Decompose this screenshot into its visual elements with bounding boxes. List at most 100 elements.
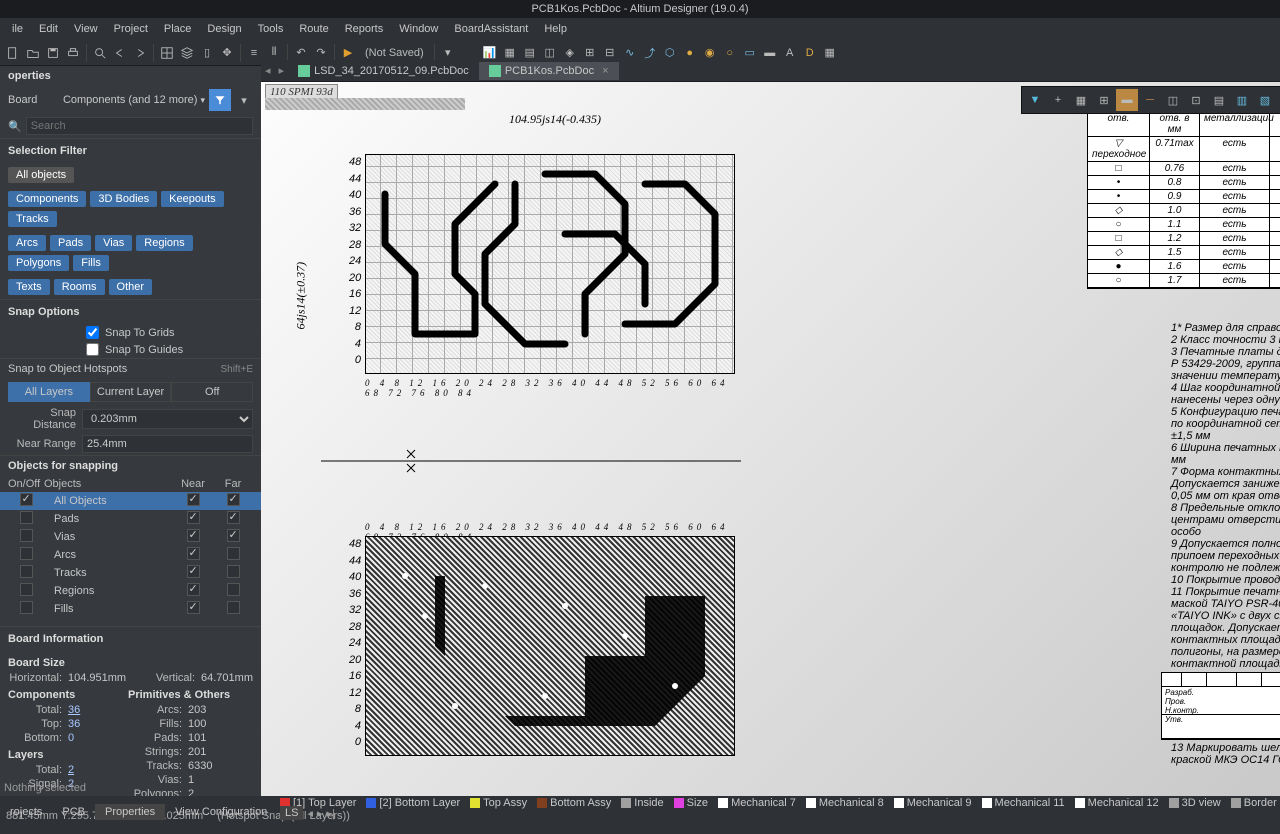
filter-tag-arcs[interactable]: Arcs xyxy=(8,235,46,251)
hotspot-mode[interactable]: All Layers Current Layer Off xyxy=(8,382,253,402)
comp-total[interactable]: 36 xyxy=(68,704,128,716)
bottom-tab-pcb[interactable]: PCB xyxy=(52,804,95,820)
all-objects-tag[interactable]: All objects xyxy=(8,167,74,183)
obj-row-tracks[interactable]: Tracks xyxy=(0,564,261,582)
filter-tag-keepouts[interactable]: Keepouts xyxy=(161,191,223,207)
far-check[interactable] xyxy=(227,529,240,542)
search-input[interactable] xyxy=(26,117,253,135)
expand-icon[interactable]: ▾ xyxy=(235,91,253,109)
ft-i1-icon[interactable]: ◫ xyxy=(1162,89,1184,111)
far-check[interactable] xyxy=(227,583,240,596)
tab-next[interactable]: ▸ xyxy=(275,64,289,77)
undo2-icon[interactable]: ↶ xyxy=(292,44,310,62)
t18-icon[interactable]: ▦ xyxy=(821,44,839,62)
onoff-check[interactable] xyxy=(20,565,33,578)
filter-tag-polygons[interactable]: Polygons xyxy=(8,255,69,271)
ft-plus-icon[interactable]: + xyxy=(1047,89,1069,111)
onoff-check[interactable] xyxy=(20,511,33,524)
bottom-tab-properties[interactable]: Properties xyxy=(95,804,165,820)
grid-icon[interactable] xyxy=(158,44,176,62)
zoom-icon[interactable] xyxy=(91,44,109,62)
snap-grids-check[interactable] xyxy=(86,326,99,339)
layer-inside[interactable]: Inside xyxy=(621,797,663,809)
near-check[interactable] xyxy=(187,529,200,542)
t5-icon[interactable]: ◈ xyxy=(561,44,579,62)
ft-i5-icon[interactable]: ▧ xyxy=(1254,89,1276,111)
layers-icon[interactable] xyxy=(178,44,196,62)
layer-bottomassy[interactable]: Bottom Assy xyxy=(537,797,611,809)
menu-design[interactable]: Design xyxy=(199,23,249,35)
layer-mechanical12[interactable]: Mechanical 12 xyxy=(1075,797,1159,809)
menu-ile[interactable]: ile xyxy=(4,23,31,35)
far-check[interactable] xyxy=(227,511,240,524)
ft-filter-icon[interactable]: ▼ xyxy=(1024,89,1046,111)
menu-project[interactable]: Project xyxy=(106,23,156,35)
menu-view[interactable]: View xyxy=(66,23,106,35)
layer-2bottomlayer[interactable]: [2] Bottom Layer xyxy=(366,797,460,809)
menu-help[interactable]: Help xyxy=(536,23,575,35)
tab-PCB1Kos.PcbDoc[interactable]: PCB1Kos.PcbDoc× xyxy=(479,62,619,80)
select-icon[interactable]: ▯ xyxy=(198,44,216,62)
chart-icon[interactable]: 📊 xyxy=(481,44,499,62)
align-icon[interactable]: ≡ xyxy=(245,44,263,62)
menu-reports[interactable]: Reports xyxy=(337,23,392,35)
filter-button[interactable] xyxy=(209,89,231,111)
ls-prev[interactable]: ◂ xyxy=(307,807,313,820)
obj-row-regions[interactable]: Regions xyxy=(0,582,261,600)
run-icon[interactable]: ▶ xyxy=(339,44,357,62)
filter-tag-rooms[interactable]: Rooms xyxy=(54,279,105,295)
filter-tag-fills[interactable]: Fills xyxy=(73,255,109,271)
open-icon[interactable] xyxy=(24,44,42,62)
near-range-input[interactable] xyxy=(82,435,253,453)
t10-icon[interactable]: ⬡ xyxy=(661,44,679,62)
layer-mechanical8[interactable]: Mechanical 8 xyxy=(806,797,884,809)
redo-icon[interactable] xyxy=(131,44,149,62)
t7-icon[interactable]: ⊟ xyxy=(601,44,619,62)
t14-icon[interactable]: ▭ xyxy=(741,44,759,62)
filter-tag-pads[interactable]: Pads xyxy=(50,235,91,251)
layers-total[interactable]: 2 xyxy=(68,764,128,776)
far-check[interactable] xyxy=(227,547,240,560)
save-icon[interactable] xyxy=(44,44,62,62)
ft-i3-icon[interactable]: ▤ xyxy=(1208,89,1230,111)
onoff-check[interactable] xyxy=(20,601,33,614)
onoff-check[interactable] xyxy=(20,547,33,560)
far-check[interactable] xyxy=(227,601,240,614)
ls-label[interactable]: LS xyxy=(280,806,303,820)
near-check[interactable] xyxy=(187,547,200,560)
t9-icon[interactable]: ⤴ xyxy=(641,44,659,62)
onoff-check[interactable] xyxy=(20,493,33,506)
new-icon[interactable] xyxy=(4,44,22,62)
layer-3dview[interactable]: 3D view xyxy=(1169,797,1221,809)
obj-row-arcs[interactable]: Arcs xyxy=(0,546,261,564)
t3-icon[interactable]: ▤ xyxy=(521,44,539,62)
onoff-check[interactable] xyxy=(20,529,33,542)
ft-group-icon[interactable]: ⊞ xyxy=(1093,89,1115,111)
menu-edit[interactable]: Edit xyxy=(31,23,66,35)
near-check[interactable] xyxy=(187,601,200,614)
mode-current-layer[interactable]: Current Layer xyxy=(90,382,172,402)
ft-line-icon[interactable]: ─ xyxy=(1139,89,1161,111)
tab-LSD_34_20170512_09.PcbDoc[interactable]: LSD_34_20170512_09.PcbDoc xyxy=(288,62,479,80)
dim-icon[interactable]: D xyxy=(801,44,819,62)
menu-tools[interactable]: Tools xyxy=(250,23,292,35)
distribute-icon[interactable]: ⫴ xyxy=(265,44,283,62)
bottom-tab-view configuration[interactable]: View Configuration xyxy=(165,804,277,820)
layer-mechanical9[interactable]: Mechanical 9 xyxy=(894,797,972,809)
t15-icon[interactable]: ▬ xyxy=(761,44,779,62)
t2-icon[interactable]: ▦ xyxy=(501,44,519,62)
dropdown-icon[interactable]: ▾ xyxy=(439,44,457,62)
snap-guides-check[interactable] xyxy=(86,343,99,356)
filter-tag-3d-bodies[interactable]: 3D Bodies xyxy=(90,191,157,207)
components-dropdown[interactable]: Components (and 12 more) xyxy=(63,94,205,106)
undo-icon[interactable] xyxy=(111,44,129,62)
layer-topassy[interactable]: Top Assy xyxy=(470,797,527,809)
far-check[interactable] xyxy=(227,565,240,578)
ls-next[interactable]: ▸ xyxy=(317,807,323,820)
ft-fill-icon[interactable]: ▬ xyxy=(1116,89,1138,111)
tab-prev[interactable]: ◂ xyxy=(261,64,275,77)
t6-icon[interactable]: ⊞ xyxy=(581,44,599,62)
t11-icon[interactable]: ● xyxy=(681,44,699,62)
filter-tag-regions[interactable]: Regions xyxy=(136,235,192,251)
onoff-check[interactable] xyxy=(20,583,33,596)
